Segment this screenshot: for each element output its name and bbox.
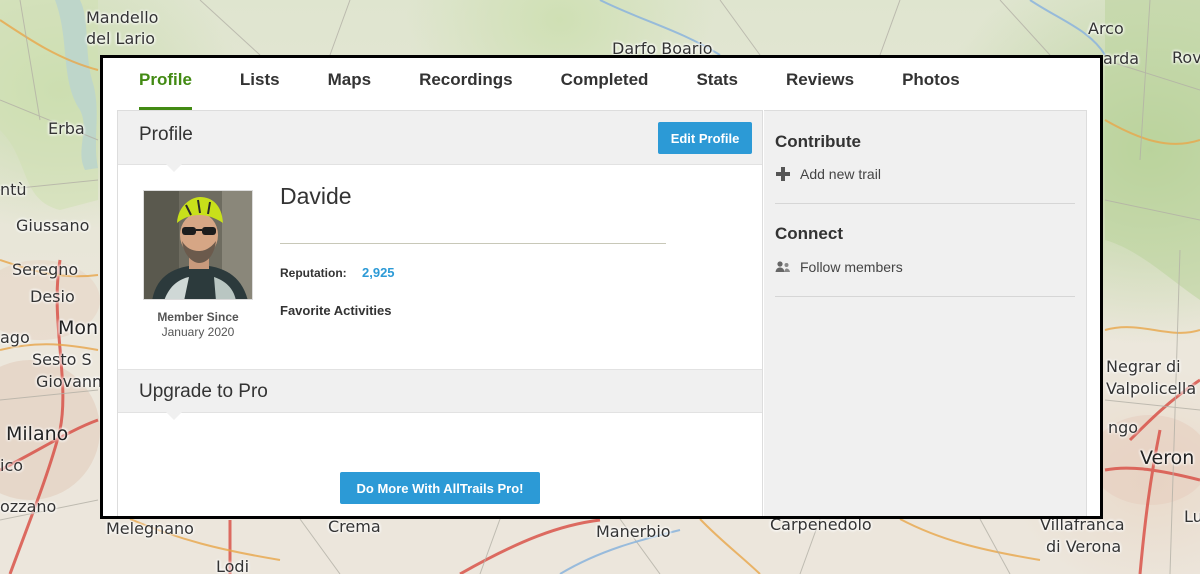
map-place-label: ago — [0, 328, 30, 347]
contribute-section: Contribute Add new trail — [775, 111, 1075, 204]
map-place-label: Manerbio — [596, 522, 671, 541]
name-divider — [280, 243, 666, 244]
tab-lists[interactable]: Lists — [240, 58, 280, 110]
map-place-label: Melegnano — [106, 519, 194, 538]
map-place-label: Arco — [1088, 19, 1124, 38]
map-place-label: Veron — [1140, 447, 1195, 469]
map-place-label: Sesto S — [32, 350, 92, 369]
member-since-date: January 2020 — [161, 325, 235, 339]
map-place-label: Erba — [48, 119, 85, 138]
map-place-label: Negrar di — [1106, 357, 1181, 376]
map-place-label: del Lario — [86, 29, 156, 48]
map-place-label: Villafranca — [1040, 515, 1125, 534]
tab-recordings[interactable]: Recordings — [419, 58, 513, 110]
map-place-label: Lup — [1184, 507, 1200, 526]
add-new-trail-label: Add new trail — [800, 166, 881, 182]
map-place-label: ozzano — [0, 497, 57, 516]
sidebar: Contribute Add new trail Connect Follow … — [764, 110, 1087, 516]
map-place-label: Crema — [328, 517, 381, 536]
member-since-label: Member Since — [157, 310, 239, 324]
connect-section: Connect Follow members — [775, 204, 1075, 297]
map-place-label: Carpenedolo — [770, 515, 872, 534]
map-place-label: Lodi — [216, 557, 250, 574]
connect-title: Connect — [775, 224, 843, 243]
map-place-label: Milano — [6, 423, 69, 445]
follow-members-label: Follow members — [800, 259, 903, 275]
tab-maps[interactable]: Maps — [328, 58, 371, 110]
reputation-label: Reputation: — [280, 266, 347, 280]
tab-completed[interactable]: Completed — [561, 58, 649, 110]
map-place-label: Mandello — [86, 8, 159, 27]
upgrade-section-title: Upgrade to Pro — [139, 381, 268, 402]
map-place-label: ico — [0, 456, 24, 475]
profile-body: Member Since January 2020 Davide Reputat… — [118, 165, 762, 369]
map-place-label: Rov — [1172, 48, 1200, 67]
map-place-label: ngo — [1108, 418, 1139, 437]
map-place-label: Seregno — [12, 260, 79, 279]
map-place-label: arda — [1103, 49, 1140, 68]
plus-icon — [775, 166, 800, 182]
tab-reviews[interactable]: Reviews — [786, 58, 854, 110]
map-place-label: ntù — [0, 180, 27, 199]
map-place-label: Desio — [30, 287, 75, 306]
avatar-photo — [144, 191, 252, 299]
main-content: Profile Edit Profile Member Since Januar… — [117, 110, 763, 516]
upgrade-body: Do More With AllTrails Pro! — [118, 413, 762, 516]
upgrade-section-header: Upgrade to Pro — [118, 369, 762, 420]
profile-panel: Profile Lists Maps Recordings Completed Stats… — [100, 55, 1103, 519]
tab-profile[interactable]: Profile — [139, 58, 192, 110]
add-new-trail-link[interactable]: Add new trail — [775, 166, 881, 182]
profile-name: Davide — [280, 183, 352, 209]
map-place-label: di Verona — [1046, 537, 1122, 556]
tab-stats[interactable]: Stats — [696, 58, 738, 110]
map-place-label: Mon — [58, 317, 99, 339]
tab-photos[interactable]: Photos — [902, 58, 960, 110]
profile-section-header: Profile Edit Profile — [118, 111, 762, 172]
follow-members-link[interactable]: Follow members — [775, 259, 903, 275]
map-place-label: Giussano — [16, 216, 90, 235]
contribute-title: Contribute — [775, 132, 861, 151]
reputation-value[interactable]: 2,925 — [362, 265, 395, 280]
edit-profile-button[interactable]: Edit Profile — [658, 122, 752, 154]
people-icon — [775, 260, 800, 274]
upgrade-pro-button[interactable]: Do More With AllTrails Pro! — [340, 472, 540, 504]
map-place-label: Giovann — [36, 372, 103, 391]
avatar[interactable] — [143, 190, 253, 300]
favorite-activities-label: Favorite Activities — [280, 303, 392, 318]
map-place-label: Valpolicella — [1106, 379, 1197, 398]
tab-bar: Profile Lists Maps Recordings Completed Stats… — [103, 58, 1100, 110]
profile-section-title: Profile — [139, 124, 193, 145]
